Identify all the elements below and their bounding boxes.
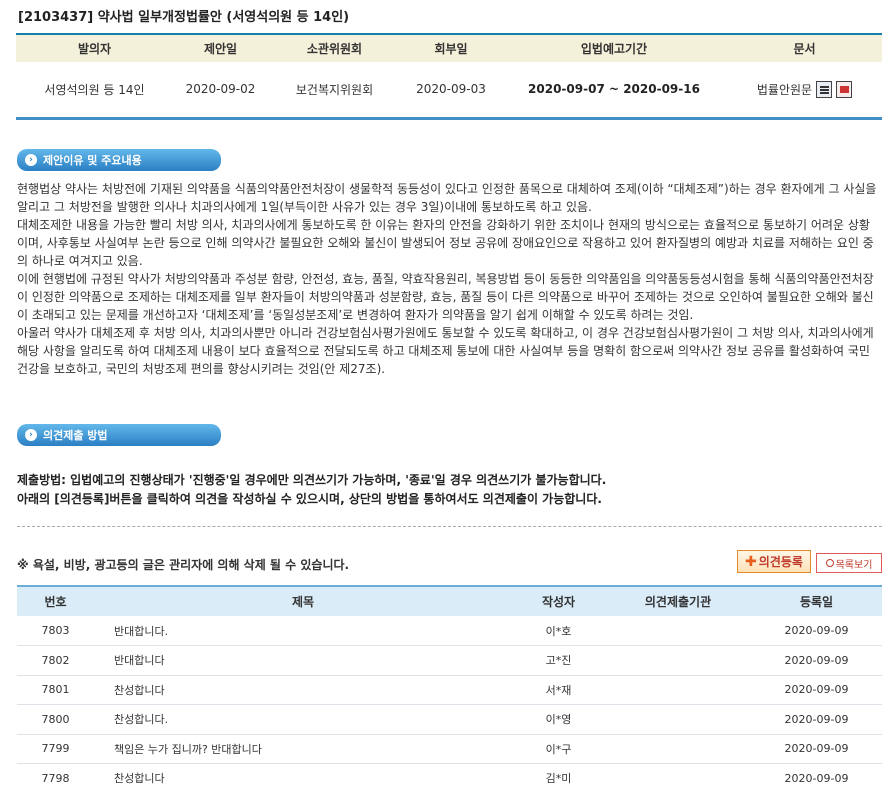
reason-section-badge: › 제안이유 및 주요내용 [17,149,221,171]
document-cell: 법률안원문 [727,62,882,120]
row-date: 2020-09-09 [751,763,882,787]
method-badge-label: 의견제출 방법 [43,429,108,442]
row-date: 2020-09-09 [751,704,882,735]
row-date: 2020-09-09 [751,675,882,705]
row-subject-link[interactable]: 반대합니다 [94,645,512,676]
deletion-notice: ※ 욕설, 비방, 광고등의 글은 관리자에 의해 삭제 될 수 있습니다. [17,558,350,572]
method-line: 아래의 [의견등록]버튼을 클릭하여 의견을 작성하실 수 있으시며, 상단의 … [17,492,602,506]
row-org [605,704,751,735]
row-author: 이*구 [512,734,605,764]
row-no: 7798 [17,763,94,787]
table-row[interactable]: 7799 책임은 누가 집니까? 반대합니다 이*구 2020-09-09 [17,734,882,764]
opinion-table: 번호 제목 작성자 의견제출기관 등록일 7803 반대합니다. 이*호 202… [17,585,882,787]
table-row[interactable]: 7798 찬성합니다 김*미 2020-09-09 [17,763,882,787]
register-opinion-button[interactable]: ✚ 의견등록 [737,550,811,573]
view-list-button[interactable]: 목록보기 [816,553,882,573]
row-org [605,645,751,676]
header-author: 작성자 [512,585,605,616]
header-refer-date: 회부일 [401,33,501,62]
row-subject-link[interactable]: 책임은 누가 집니까? 반대합니다 [94,734,512,764]
row-author: 서*재 [512,675,605,705]
document-label: 법률안원문 [756,82,813,97]
header-date: 등록일 [751,585,882,616]
list-button-label: 목록보기 [835,559,873,571]
row-date: 2020-09-09 [751,645,882,676]
reason-badge-label: 제안이유 및 주요내용 [43,154,142,167]
row-no: 7799 [17,734,94,764]
reason-paragraph: 이에 현행법에 규정된 약사가 처방의약품과 주성분 함량, 안전성, 효능, … [17,272,874,322]
register-button-label: 의견등록 [758,555,803,569]
row-org [605,763,751,787]
header-document: 문서 [727,33,882,62]
pdf-file-icon[interactable] [836,80,853,98]
chevron-right-icon: › [25,154,37,166]
row-org [605,734,751,764]
method-line: 제출방법: 입법예고의 진행상태가 '진행중'일 경우에만 의견쓰기가 가능하며… [17,473,607,487]
bill-info-table: 발의자 제안일 소관위원회 회부일 입법예고기간 문서 서영석의원 등 14인 … [16,33,882,120]
period-value: 2020-09-07 ~ 2020-09-16 [501,62,727,120]
header-proposer: 발의자 [16,33,173,62]
divider [17,526,882,527]
table-row[interactable]: 7801 찬성합니다 서*재 2020-09-09 [17,675,882,705]
propose-date-value: 2020-09-02 [173,62,268,120]
table-row[interactable]: 7802 반대합니다 고*진 2020-09-09 [17,645,882,676]
header-subject: 제목 [94,585,512,616]
row-date: 2020-09-09 [751,616,882,646]
chevron-right-icon: › [25,429,37,441]
row-subject-link[interactable]: 찬성합니다 [94,675,512,705]
header-no: 번호 [17,585,94,616]
row-subject-link[interactable]: 찬성합니다 [94,763,512,787]
header-propose-date: 제안일 [173,33,268,62]
page-title: [2103437] 약사법 일부개정법률안 (서영석의원 등 14인) [18,10,350,25]
reason-paragraph: 아울러 약사가 대체조제 후 처방 의사, 치과의사뿐만 아니라 건강보험심사평… [17,326,874,376]
proposer-value: 서영석의원 등 14인 [16,62,173,120]
table-row[interactable]: 7800 찬성합니다. 이*영 2020-09-09 [17,704,882,735]
committee-value: 보건복지위원회 [268,62,401,120]
row-no: 7802 [17,645,94,676]
header-org: 의견제출기관 [605,585,751,616]
row-subject-link[interactable]: 반대합니다. [94,616,512,646]
table-row[interactable]: 7803 반대합니다. 이*호 2020-09-09 [17,616,882,646]
submission-method: 제출방법: 입법예고의 진행상태가 '진행중'일 경우에만 의견쓰기가 가능하며… [17,471,606,509]
header-period: 입법예고기간 [501,33,727,62]
reason-paragraph: 대체조제한 내용을 가능한 빨리 처방 의사, 치과의사에게 통보하도록 한 이… [17,218,874,268]
refer-date-value: 2020-09-03 [401,62,501,120]
row-date: 2020-09-09 [751,734,882,764]
row-author: 이*영 [512,704,605,735]
header-committee: 소관위원회 [268,33,401,62]
row-subject-link[interactable]: 찬성합니다. [94,704,512,735]
row-no: 7803 [17,616,94,646]
row-author: 이*호 [512,616,605,646]
row-org [605,616,751,646]
list-icon [825,559,834,567]
row-author: 김*미 [512,763,605,787]
row-no: 7800 [17,704,94,735]
row-author: 고*진 [512,645,605,676]
reason-content: 현행법상 약사는 처방전에 기재된 의약품을 식품의약품안전처장이 생물학적 동… [17,180,879,378]
hwp-file-icon[interactable] [816,80,833,98]
reason-paragraph: 현행법상 약사는 처방전에 기재된 의약품을 식품의약품안전처장이 생물학적 동… [17,182,877,214]
plus-icon: ✚ [745,553,757,570]
method-section-badge: › 의견제출 방법 [17,424,221,446]
row-org [605,675,751,705]
row-no: 7801 [17,675,94,705]
